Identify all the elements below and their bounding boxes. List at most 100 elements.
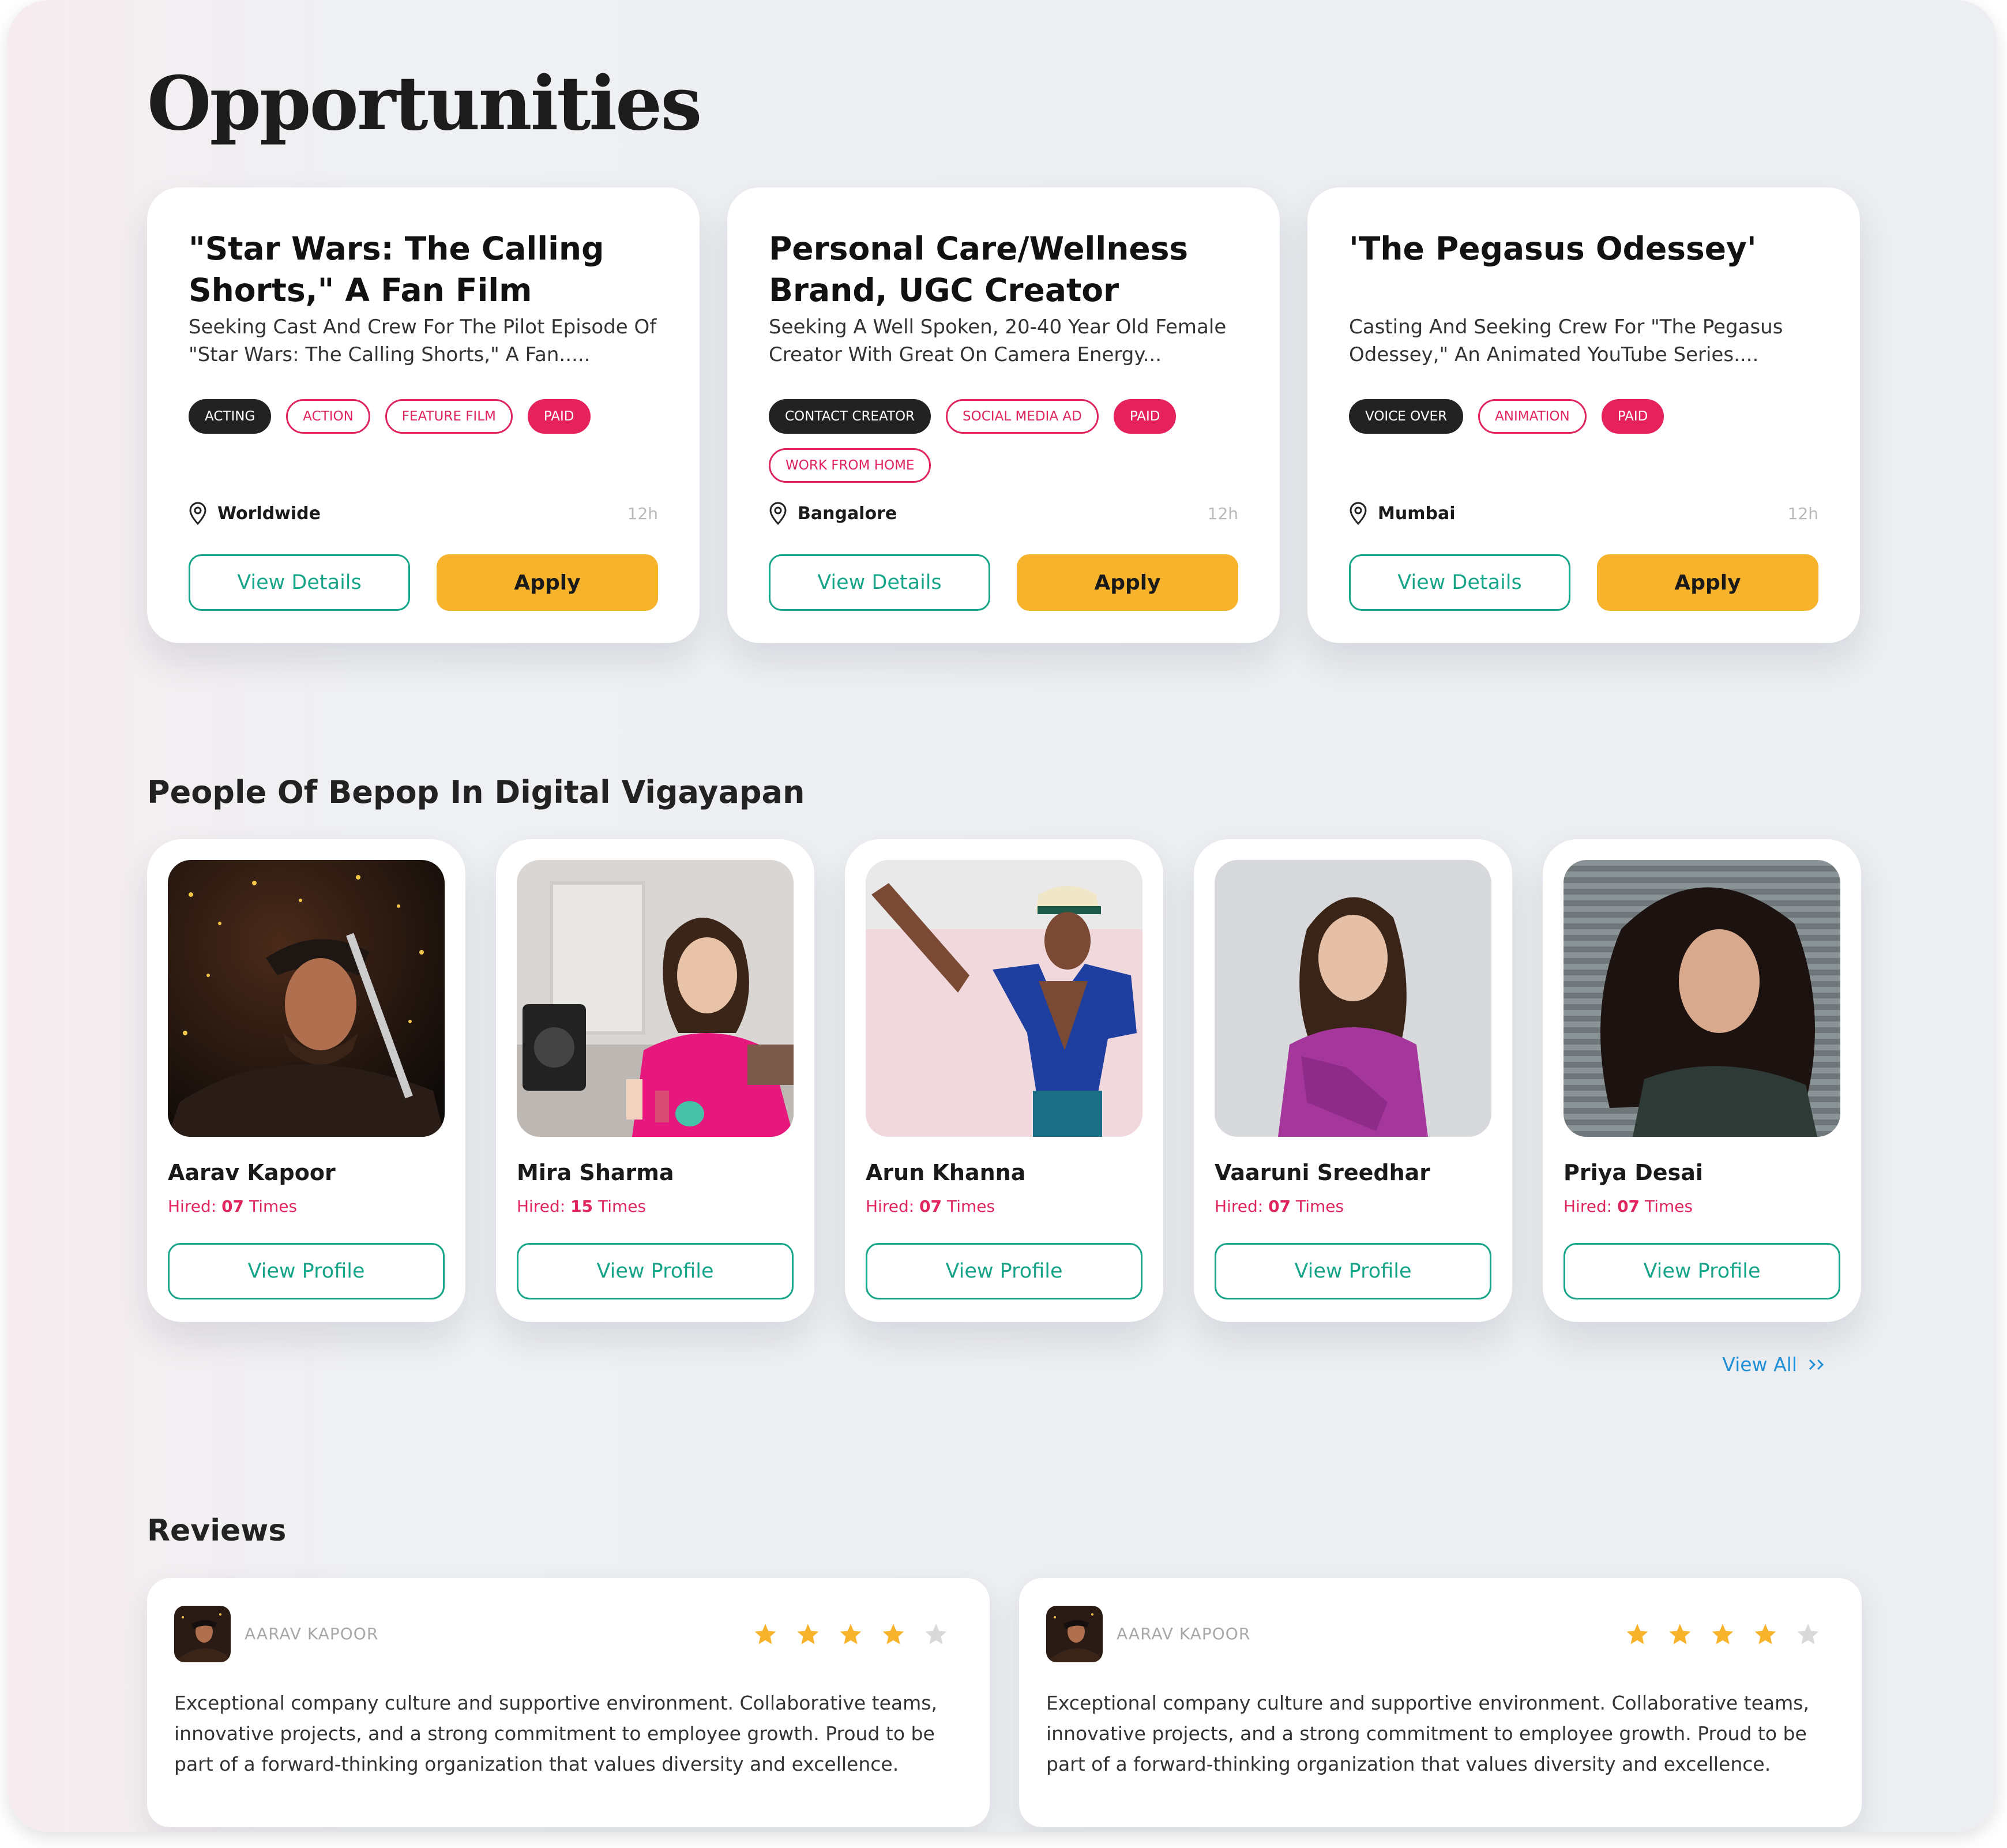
hired-count: Hired: 07 Times bbox=[1563, 1197, 1693, 1216]
opportunity-meta: Bangalore 12h bbox=[769, 499, 1238, 528]
apply-button[interactable]: Apply bbox=[437, 554, 658, 611]
location: Bangalore bbox=[769, 502, 897, 525]
posted-age: 12h bbox=[627, 504, 658, 523]
person-photo[interactable] bbox=[1215, 860, 1491, 1137]
tag-list: CONTACT CREATOR SOCIAL MEDIA AD PAID WOR… bbox=[769, 399, 1247, 483]
view-profile-button[interactable]: View Profile bbox=[1563, 1243, 1840, 1299]
tag-list: ACTING ACTION FEATURE FILM PAID bbox=[189, 399, 667, 434]
person-card: Aarav Kapoor Hired: 07 Times View Profil… bbox=[147, 839, 465, 1322]
location-pin-icon bbox=[769, 502, 787, 525]
person-name: Aarav Kapoor bbox=[168, 1160, 336, 1185]
person-photo[interactable] bbox=[168, 860, 445, 1137]
opportunity-title: Personal Care/Wellness Brand, UGC Creato… bbox=[769, 230, 1189, 309]
person-name: Mira Sharma bbox=[517, 1160, 674, 1185]
tag[interactable]: ACTING bbox=[189, 399, 272, 434]
person-card: Arun Khanna Hired: 07 Times View Profile bbox=[845, 839, 1163, 1322]
person-photo[interactable] bbox=[517, 860, 794, 1137]
star-filled-icon bbox=[840, 1624, 862, 1644]
star-filled-icon bbox=[797, 1624, 819, 1644]
rating-stars bbox=[1625, 1622, 1820, 1646]
view-all-link[interactable]: View All bbox=[1722, 1353, 1827, 1376]
hired-count: Hired: 07 Times bbox=[866, 1197, 995, 1216]
rating-stars bbox=[753, 1622, 948, 1646]
person-photo-image bbox=[517, 860, 794, 1137]
tag[interactable]: VOICE OVER bbox=[1349, 399, 1464, 434]
location: Worldwide bbox=[189, 502, 321, 525]
person-card: Vaaruni Sreedhar Hired: 07 Times View Pr… bbox=[1194, 839, 1512, 1322]
page-frame: Opportunities "Star Wars: The Calling Sh… bbox=[8, 0, 1997, 1832]
apply-button[interactable]: Apply bbox=[1017, 554, 1238, 611]
avatar bbox=[1046, 1606, 1103, 1662]
location-pin-icon bbox=[189, 502, 206, 525]
tag-list: VOICE OVER ANIMATION PAID bbox=[1349, 399, 1828, 434]
opportunity-title: "Star Wars: The Calling Shorts," A Fan F… bbox=[189, 230, 604, 309]
star-empty-icon bbox=[1797, 1624, 1819, 1644]
location-text: Worldwide bbox=[217, 503, 321, 524]
opportunity-title: 'The Pegasus Odessey' bbox=[1349, 230, 1757, 267]
tag[interactable]: ANIMATION bbox=[1478, 399, 1587, 434]
star-filled-icon bbox=[1754, 1624, 1776, 1644]
person-photo-image bbox=[168, 860, 445, 1137]
person-photo-image bbox=[866, 860, 1142, 1137]
posted-age: 12h bbox=[1207, 504, 1238, 523]
hired-count: Hired: 07 Times bbox=[168, 1197, 298, 1216]
tag[interactable]: SOCIAL MEDIA AD bbox=[946, 399, 1099, 434]
opportunity-card: Personal Care/Wellness Brand, UGC Creato… bbox=[727, 187, 1280, 643]
opportunity-description: Casting And Seeking Crew For "The Pegasu… bbox=[1349, 315, 1783, 366]
opportunity-card: "Star Wars: The Calling Shorts," A Fan F… bbox=[147, 187, 700, 643]
opportunity-meta: Worldwide 12h bbox=[189, 499, 658, 528]
star-filled-icon bbox=[754, 1624, 776, 1644]
card-actions: View Details Apply bbox=[1349, 554, 1818, 611]
view-all-label: View All bbox=[1722, 1353, 1797, 1376]
person-name: Priya Desai bbox=[1563, 1160, 1703, 1185]
person-name: Vaaruni Sreedhar bbox=[1215, 1160, 1431, 1185]
review-author: AARAV KAPOOR bbox=[1117, 1624, 1251, 1643]
review-text: Exceptional company culture and supporti… bbox=[174, 1692, 937, 1775]
tag[interactable]: PAID bbox=[527, 399, 591, 434]
avatar bbox=[174, 1606, 231, 1662]
star-filled-icon bbox=[1669, 1624, 1691, 1644]
view-profile-button[interactable]: View Profile bbox=[168, 1243, 445, 1299]
double-chevron-right-icon bbox=[1809, 1359, 1824, 1370]
star-filled-icon bbox=[882, 1624, 904, 1644]
tag[interactable]: ACTION bbox=[286, 399, 370, 434]
reviews-section-title: Reviews bbox=[147, 1513, 287, 1548]
people-list: Aarav Kapoor Hired: 07 Times View Profil… bbox=[147, 839, 1862, 1322]
person-photo-image bbox=[1215, 860, 1491, 1137]
location-text: Mumbai bbox=[1378, 503, 1456, 524]
tag[interactable]: PAID bbox=[1601, 399, 1664, 434]
review-card: AARAV KAPOOR Exceptional company culture… bbox=[147, 1578, 990, 1827]
tag[interactable]: FEATURE FILM bbox=[385, 399, 513, 434]
view-details-button[interactable]: View Details bbox=[189, 554, 410, 611]
tag[interactable]: WORK FROM HOME bbox=[769, 448, 931, 483]
tag[interactable]: PAID bbox=[1113, 399, 1177, 434]
person-card: Mira Sharma Hired: 15 Times View Profile bbox=[496, 839, 814, 1322]
view-profile-button[interactable]: View Profile bbox=[866, 1243, 1142, 1299]
apply-button[interactable]: Apply bbox=[1597, 554, 1818, 611]
person-card: Priya Desai Hired: 07 Times View Profile bbox=[1543, 839, 1861, 1322]
location-text: Bangalore bbox=[798, 503, 897, 524]
view-profile-button[interactable]: View Profile bbox=[517, 1243, 794, 1299]
location: Mumbai bbox=[1349, 502, 1455, 525]
review-text: Exceptional company culture and supporti… bbox=[1046, 1692, 1809, 1775]
tag[interactable]: CONTACT CREATOR bbox=[769, 399, 931, 434]
view-details-button[interactable]: View Details bbox=[1349, 554, 1570, 611]
person-photo[interactable] bbox=[866, 860, 1142, 1137]
opportunity-card: 'The Pegasus Odessey' Casting And Seekin… bbox=[1307, 187, 1860, 643]
posted-age: 12h bbox=[1787, 504, 1818, 523]
opportunity-description: Seeking A Well Spoken, 20-40 Year Old Fe… bbox=[769, 315, 1227, 366]
view-details-button[interactable]: View Details bbox=[769, 554, 990, 611]
hired-count: Hired: 07 Times bbox=[1215, 1197, 1344, 1216]
person-photo[interactable] bbox=[1563, 860, 1840, 1137]
review-card: AARAV KAPOOR Exceptional company culture… bbox=[1019, 1578, 1862, 1827]
star-filled-icon bbox=[1712, 1624, 1734, 1644]
hired-count: Hired: 15 Times bbox=[517, 1197, 647, 1216]
card-actions: View Details Apply bbox=[769, 554, 1238, 611]
person-name: Arun Khanna bbox=[866, 1160, 1026, 1185]
opportunity-meta: Mumbai 12h bbox=[1349, 499, 1818, 528]
people-section-title: People Of Bepop In Digital Vigayapan bbox=[147, 774, 805, 810]
opportunities-list: "Star Wars: The Calling Shorts," A Fan F… bbox=[147, 187, 1862, 643]
view-profile-button[interactable]: View Profile bbox=[1215, 1243, 1491, 1299]
star-empty-icon bbox=[925, 1624, 947, 1644]
location-pin-icon bbox=[1350, 502, 1367, 525]
